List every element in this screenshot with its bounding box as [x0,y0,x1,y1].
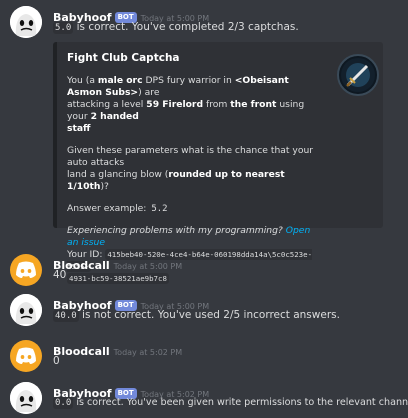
inline-code: 40.0 [53,310,79,322]
ghost-face-icon [10,6,42,38]
message-content: 0.0 is correct. You've been given write … [53,397,408,409]
message-user: Bloodcall Today at 5:00 PM 40 [0,254,408,286]
answer-example: Answer example: 5.2 [67,203,315,215]
timestamp: Today at 5:00 PM [113,262,183,271]
text: ) are [138,87,160,98]
message-content: 5.0 is correct. You've completed 2/3 cap… [53,21,299,34]
author-name[interactable]: Bloodcall [53,345,110,358]
bot-avatar[interactable] [10,294,42,326]
text: )? [100,181,109,192]
text: from [203,99,231,110]
message-text: is not correct. You've used 2/5 incorrec… [78,309,340,321]
message-user: Bloodcall Today at 5:02 PM 0 [0,340,408,372]
captcha-embed: Fight Club Captcha You (a male orc DPS f… [53,42,383,284]
text: Given these parameters what is the chanc… [67,145,314,168]
answer-code: 5.2 [149,203,170,215]
discord-logo-icon [16,261,36,278]
parameters-paragraph: Given these parameters what is the chanc… [67,145,315,193]
message-text: is correct. You've completed 2/3 captcha… [73,21,299,33]
bold-text: male orc [97,75,143,86]
chat-log: Babyhoof BOT Today at 5:00 PM 5.0 is corre… [0,0,408,418]
bot-avatar[interactable] [10,382,42,414]
bold-text: staff [67,123,91,134]
question-paragraph: You (a male orc DPS fury warrior in <Obe… [67,75,315,135]
bold-text: 2 handed [90,111,139,122]
text: You (a [67,75,98,86]
message-header: Bloodcall Today at 5:02 PM [53,340,182,359]
message-bot: Babyhoof BOT Today at 5:02 PM 0.0 is corre… [0,382,408,414]
message-header: Bloodcall Today at 5:00 PM [53,254,182,273]
message-bot: Babyhoof BOT Today at 5:00 PM 5.0 is corre… [0,6,408,284]
embed-title: Fight Club Captcha [67,52,180,64]
user-avatar[interactable] [10,254,42,286]
user-avatar[interactable] [10,340,42,372]
embed-thumbnail[interactable] [337,54,379,96]
discord-logo-icon [16,347,36,364]
text: land a glancing blow ( [67,169,169,180]
message-content: 0 [53,355,60,367]
inline-code: 5.0 [53,22,74,34]
bold-text: the front [230,99,277,110]
text: DPS fury warrior in [142,75,235,86]
message-content: 40.0 is not correct. You've used 2/5 inc… [53,309,340,322]
ghost-face-icon [10,294,42,326]
sword-emblem-icon [341,58,375,92]
text: attacking a level [67,99,147,110]
bot-avatar[interactable] [10,6,42,38]
inline-code: 0.0 [53,397,74,409]
answer-label: Answer example: [67,203,150,214]
ghost-face-icon [10,382,42,414]
problem-text: Experiencing problems with my programmin… [67,225,286,236]
message-content: 40 [53,269,67,281]
bold-text: 59 Firelord [146,99,204,110]
timestamp: Today at 5:02 PM [113,348,183,357]
message-bot: Babyhoof BOT Today at 5:00 PM 40.0 is not … [0,294,408,326]
message-text: is correct. You've been given write perm… [73,397,408,408]
